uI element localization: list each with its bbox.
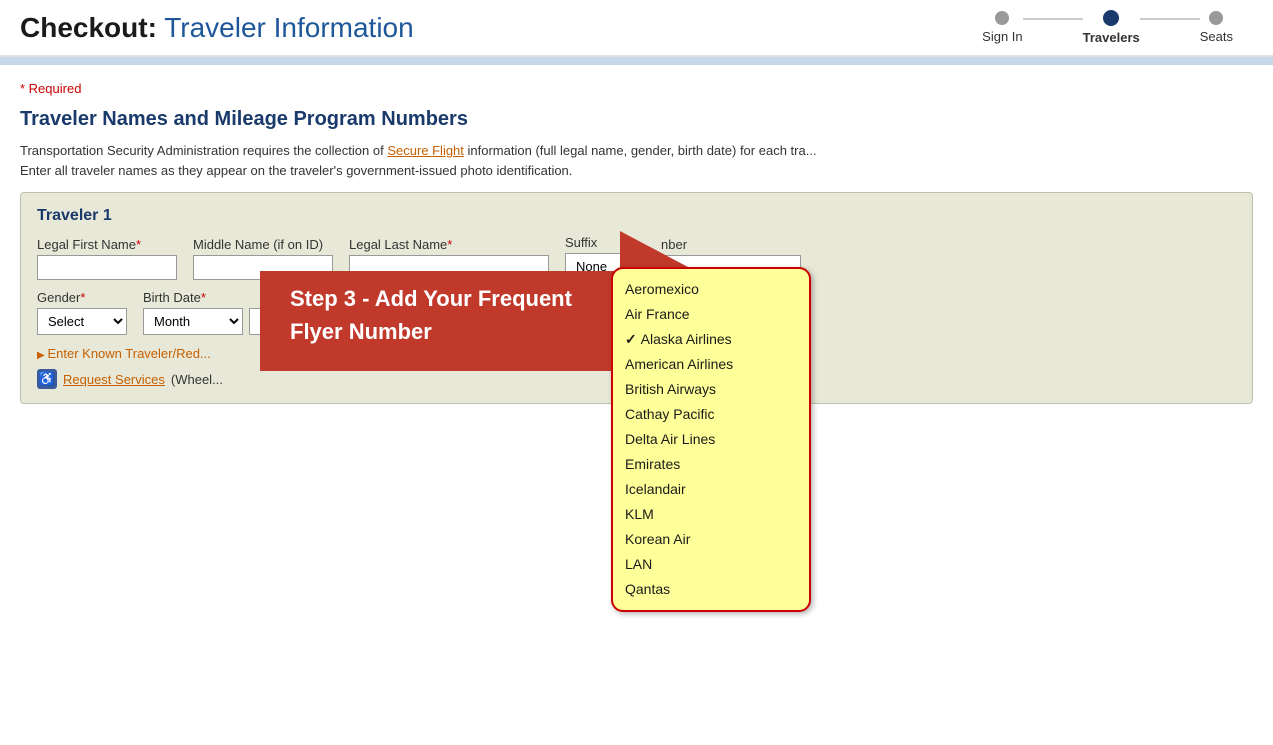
- last-name-group: Legal Last Name*: [349, 237, 549, 280]
- middle-name-input[interactable]: [193, 255, 333, 280]
- step-label-signin: Sign In: [982, 29, 1022, 44]
- checkout-label: Checkout:: [20, 12, 157, 43]
- last-name-input[interactable]: [349, 255, 549, 280]
- mileage-number-label: nber: [661, 237, 801, 252]
- description: Transportation Security Administration r…: [20, 141, 1253, 180]
- airline-item-american[interactable]: American Airlines: [625, 352, 797, 377]
- step-dot-travelers: [1103, 10, 1119, 26]
- first-name-label: Legal First Name*: [37, 237, 177, 252]
- airline-item-icelandair[interactable]: Icelandair: [625, 477, 797, 502]
- last-name-label: Legal Last Name*: [349, 237, 549, 252]
- name-row: Legal First Name* Middle Name (if on ID)…: [37, 235, 1236, 280]
- traveler-info-label: Traveler Information: [164, 12, 414, 43]
- known-traveler-link[interactable]: Enter Known Traveler/Red...: [37, 346, 211, 361]
- traveler-title: Traveler 1: [37, 207, 1236, 225]
- airline-item-british[interactable]: British Airways: [625, 377, 797, 402]
- gender-group: Gender* Select Male Female: [37, 290, 127, 335]
- step-label-seats: Seats: [1200, 29, 1233, 44]
- progress-step-signin: Sign In: [982, 11, 1022, 44]
- day-select[interactable]: Day: [249, 308, 324, 335]
- request-services-link[interactable]: Request Services: [63, 372, 165, 387]
- progress-connector-2: [1140, 18, 1200, 20]
- year-input[interactable]: [330, 308, 400, 335]
- progress-bar: Sign In Travelers Seats: [982, 10, 1233, 45]
- middle-name-label: Middle Name (if on ID): [193, 237, 333, 252]
- progress-connector-1: [1023, 18, 1083, 20]
- birth-date-group: Birth Date* Month January February March…: [143, 290, 400, 335]
- airline-item-aeromexico[interactable]: Aeromexico: [625, 277, 797, 302]
- section-title: Traveler Names and Mileage Program Numbe…: [20, 108, 1253, 131]
- month-select[interactable]: Month January February March April May J…: [143, 308, 243, 335]
- gender-select[interactable]: Select Male Female: [37, 308, 127, 335]
- blue-separator: [0, 57, 1273, 65]
- first-name-group: Legal First Name*: [37, 237, 177, 280]
- request-services-suffix: (Wheel...: [171, 372, 223, 387]
- airline-item-lan[interactable]: LAN: [625, 552, 797, 577]
- birth-date-label: Birth Date*: [143, 290, 400, 305]
- step-dot-signin: [995, 11, 1009, 25]
- wheelchair-icon: ♿: [37, 369, 57, 389]
- airline-item-klm[interactable]: KLM: [625, 502, 797, 527]
- middle-name-group: Middle Name (if on ID): [193, 237, 333, 280]
- page-title: Checkout: Traveler Information: [20, 12, 414, 44]
- airline-item-cathay[interactable]: Cathay Pacific: [625, 402, 797, 427]
- suffix-label: Suffix: [565, 235, 645, 250]
- airline-item-emirates[interactable]: Emirates: [625, 452, 797, 477]
- first-name-input[interactable]: [37, 255, 177, 280]
- airline-item-alaska[interactable]: Alaska Airlines: [625, 327, 797, 352]
- progress-step-seats: Seats: [1200, 11, 1233, 44]
- airline-item-airfrance[interactable]: Air France: [625, 302, 797, 327]
- page-header: Checkout: Traveler Information Sign In T…: [0, 0, 1273, 57]
- traveler-box: Traveler 1 Legal First Name* Middle Name…: [20, 192, 1253, 404]
- secure-flight-link[interactable]: Secure Flight: [387, 143, 464, 158]
- airline-item-korean[interactable]: Korean Air: [625, 527, 797, 552]
- step-label-travelers: Travelers: [1083, 30, 1140, 45]
- airline-dropdown[interactable]: Aeromexico Air France Alaska Airlines Am…: [611, 267, 811, 612]
- traveler-section: Traveler 1 Legal First Name* Middle Name…: [20, 192, 1253, 404]
- main-content: * Required Traveler Names and Mileage Pr…: [0, 65, 1273, 420]
- airline-item-delta[interactable]: Delta Air Lines: [625, 427, 797, 452]
- mileage-number-group: nber Aeromexico Air France Alaska Airlin…: [661, 237, 801, 280]
- gender-label: Gender*: [37, 290, 127, 305]
- progress-step-travelers: Travelers: [1083, 10, 1140, 45]
- airline-item-qantas[interactable]: Qantas: [625, 577, 797, 602]
- step-dot-seats: [1209, 11, 1223, 25]
- required-note: * Required: [20, 81, 1253, 96]
- birth-date-inputs: Month January February March April May J…: [143, 308, 400, 335]
